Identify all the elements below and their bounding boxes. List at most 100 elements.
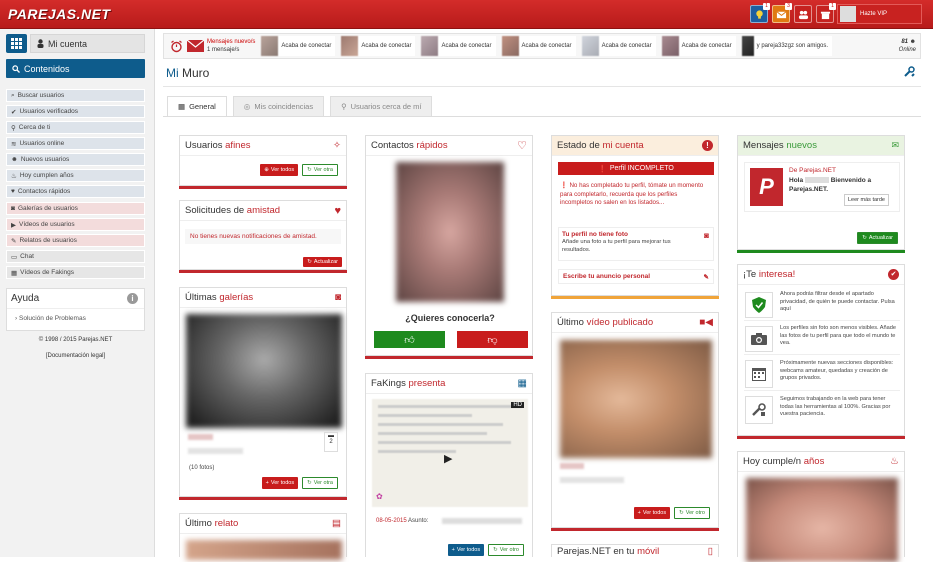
vip-link[interactable]: Hazte VIP xyxy=(860,11,887,17)
widget-ultimas-galerias: Últimas galerías ◙ (10 fotos) ▬ 2 + Ver to… xyxy=(179,287,347,500)
ticker-entry[interactable]: Acaba de conectar xyxy=(261,36,336,56)
search-icon: ⌕ xyxy=(11,91,15,99)
hd-badge: HD xyxy=(511,402,524,408)
site-logo[interactable]: PAREJAS.NET xyxy=(8,6,110,22)
sidebar-item-videos-fakings[interactable]: ▦ Vídeos de Fakings xyxy=(6,266,145,279)
ver-todos-button[interactable]: + Ver todos xyxy=(447,544,485,556)
gallery-image[interactable] xyxy=(186,314,342,428)
ver-otra-button[interactable]: ↻ Ver otra xyxy=(302,164,338,176)
sidebar: Mi cuenta Contenidos ⌕ Buscar usuarios ✔ U… xyxy=(0,29,155,557)
gallery-user[interactable] xyxy=(188,434,213,440)
legal-link[interactable]: [Documentación legal] xyxy=(6,353,145,359)
question: ¿Quieres conocerla? xyxy=(405,313,495,323)
sidebar-item-hoy-cumplen[interactable]: ♨ Hoy cumplen años xyxy=(6,169,145,182)
video-title xyxy=(560,477,624,483)
widget-title: Último relato xyxy=(185,518,239,529)
sidebar-item-galerias[interactable]: ◙ Galerías de usuarios xyxy=(6,202,145,215)
online-counter[interactable]: 81 ☻ Online xyxy=(899,38,916,54)
tabs: ▦ General ◎ Mis coincidencias ⚲ Usuarios ce… xyxy=(167,96,433,116)
check-circle-icon: ✔ xyxy=(888,269,899,280)
anuncio-link[interactable]: Escribe tu anuncio personal ✎ xyxy=(558,269,714,284)
perfil-incompleto-banner[interactable]: ❗ Perfil INCOMPLETO xyxy=(558,162,714,175)
tab-usuarios-cerca[interactable]: ⚲ Usuarios cerca de mí xyxy=(330,96,433,116)
sidebar-item-relatos[interactable]: ✎ Relatos de usuarios xyxy=(6,234,145,247)
ver-todos-button[interactable]: + Ver todos xyxy=(261,477,299,489)
apps-grid-button[interactable] xyxy=(6,34,27,53)
users-icon: ☻ xyxy=(909,39,916,45)
tip-item[interactable]: Seguimos trabajando en la web para tener… xyxy=(744,393,900,427)
search-icon xyxy=(12,64,20,73)
video-icon: ▶ xyxy=(11,221,16,229)
notifications-button[interactable]: 1 xyxy=(750,3,770,23)
avatar xyxy=(741,36,754,56)
sidebar-item-usuarios-verificados[interactable]: ✔ Usuarios verificados xyxy=(6,105,145,118)
video-thumbnail[interactable] xyxy=(560,340,712,458)
widget-bar xyxy=(179,270,347,273)
ver-todos-button[interactable]: ⊕ Ver todos xyxy=(260,164,299,176)
actualizar-button[interactable]: ↻ Actualizar xyxy=(303,257,342,267)
contact-photo[interactable] xyxy=(396,162,504,302)
ticker-entry[interactable]: Acaba de conectar xyxy=(421,36,496,56)
sidebar-item-chat[interactable]: ▭ Chat xyxy=(6,250,145,263)
messages-button[interactable]: 3 xyxy=(772,3,792,23)
check-icon: ✔ xyxy=(11,108,17,116)
ver-otro-button[interactable]: ↻ Ver otro xyxy=(488,544,524,556)
widget-title: Último vídeo publicado xyxy=(557,317,654,328)
ayuda-link-solucion[interactable]: › Solución de Problemas xyxy=(7,309,144,322)
video-user[interactable] xyxy=(560,463,584,469)
widget-bar xyxy=(179,186,347,189)
actualizar-button[interactable]: ↻ Actualizar xyxy=(857,232,898,244)
ticker-mail[interactable]: Mensajes nuevo/s 1 mensaje/s xyxy=(187,38,255,54)
mobile-icon: ▯ xyxy=(707,545,713,557)
sidebar-item-usuarios-online[interactable]: ≋ Usuarios online xyxy=(6,137,145,150)
ticker-entry[interactable]: Acaba de conectar xyxy=(341,36,416,56)
notifications-badge: 1 xyxy=(763,3,770,10)
users-icon xyxy=(798,10,808,19)
sidebar-item-nuevos-usuarios[interactable]: ☻ Nuevos usuarios xyxy=(6,153,145,166)
sidebar-item-videos-usuarios[interactable]: ▶ Vídeos de usuarios xyxy=(6,218,145,231)
grid-icon xyxy=(11,38,22,49)
grid-icon: ▦ xyxy=(178,102,186,111)
widget-bar xyxy=(737,250,905,253)
sidebar-item-buscar-usuarios[interactable]: ⌕ Buscar usuarios xyxy=(6,89,145,102)
tip-item[interactable]: Próximamente nuevas secciones disponible… xyxy=(744,357,900,391)
map-pin-icon: ⚲ xyxy=(11,124,16,132)
birthday-photo[interactable] xyxy=(746,478,898,562)
ver-todos-button[interactable]: + Ver todos xyxy=(633,507,671,519)
calendar-icon xyxy=(745,360,773,388)
tip-item[interactable]: Los perfiles sin foto son menos visibles… xyxy=(744,323,900,355)
like-button[interactable]: 👍︎ xyxy=(374,331,445,348)
tip-item[interactable]: Ahora podrás filtrar desde el apartado p… xyxy=(744,289,900,321)
widget-solicitudes-amistad: Solicitudes de amistad ♥ No tienes nuevas… xyxy=(179,200,347,273)
perfil-message: ❗ No has completado tu perfil, tómate un… xyxy=(560,182,704,206)
ticker-entry[interactable]: y pareja33zgz son amigos. xyxy=(741,36,833,56)
gifts-button[interactable]: 1 xyxy=(816,3,836,23)
foto-notice[interactable]: Tu perfil no tiene foto Añade una foto a… xyxy=(558,227,714,261)
comments-counter[interactable]: ▬ 2 xyxy=(324,432,338,452)
ticker-entry[interactable]: Acaba de conectar xyxy=(501,36,576,56)
gift-icon xyxy=(820,11,830,19)
play-icon[interactable]: ▶ xyxy=(444,452,452,465)
friends-button[interactable] xyxy=(794,5,812,23)
fakings-logo-icon: ✿ xyxy=(376,492,383,501)
page-title: Mi Muro xyxy=(166,66,210,80)
alarm-icon[interactable] xyxy=(168,38,184,54)
sidebar-item-contactos-rapidos[interactable]: ♥ Contactos rápidos xyxy=(6,185,145,198)
relato-image[interactable] xyxy=(186,540,342,560)
ver-otra-button[interactable]: ↻ Ver otra xyxy=(302,477,338,489)
widget-bar xyxy=(179,497,347,500)
ticker-entry[interactable]: Acaba de conectar xyxy=(581,36,656,56)
ticker-entry[interactable]: Acaba de conectar xyxy=(661,36,736,56)
wrench-icon[interactable] xyxy=(903,66,915,80)
tab-general[interactable]: ▦ General xyxy=(167,96,227,116)
ver-otro-button[interactable]: ↻ Ver otro xyxy=(674,507,710,519)
user-menu[interactable]: Hazte VIP xyxy=(837,4,922,24)
mail-icon: ✉ xyxy=(891,140,899,150)
tab-mis-coincidencias[interactable]: ◎ Mis coincidencias xyxy=(232,96,325,116)
leer-mas-tarde-button[interactable]: Leer más tarde xyxy=(844,194,889,206)
bulb-icon xyxy=(755,9,763,19)
contenidos-button[interactable]: Contenidos xyxy=(6,59,145,78)
sidebar-item-cerca-de-ti[interactable]: ⚲ Cerca de ti xyxy=(6,121,145,134)
mi-cuenta-button[interactable]: Mi cuenta xyxy=(30,34,145,53)
dislike-button[interactable]: 👎︎ xyxy=(457,331,528,348)
